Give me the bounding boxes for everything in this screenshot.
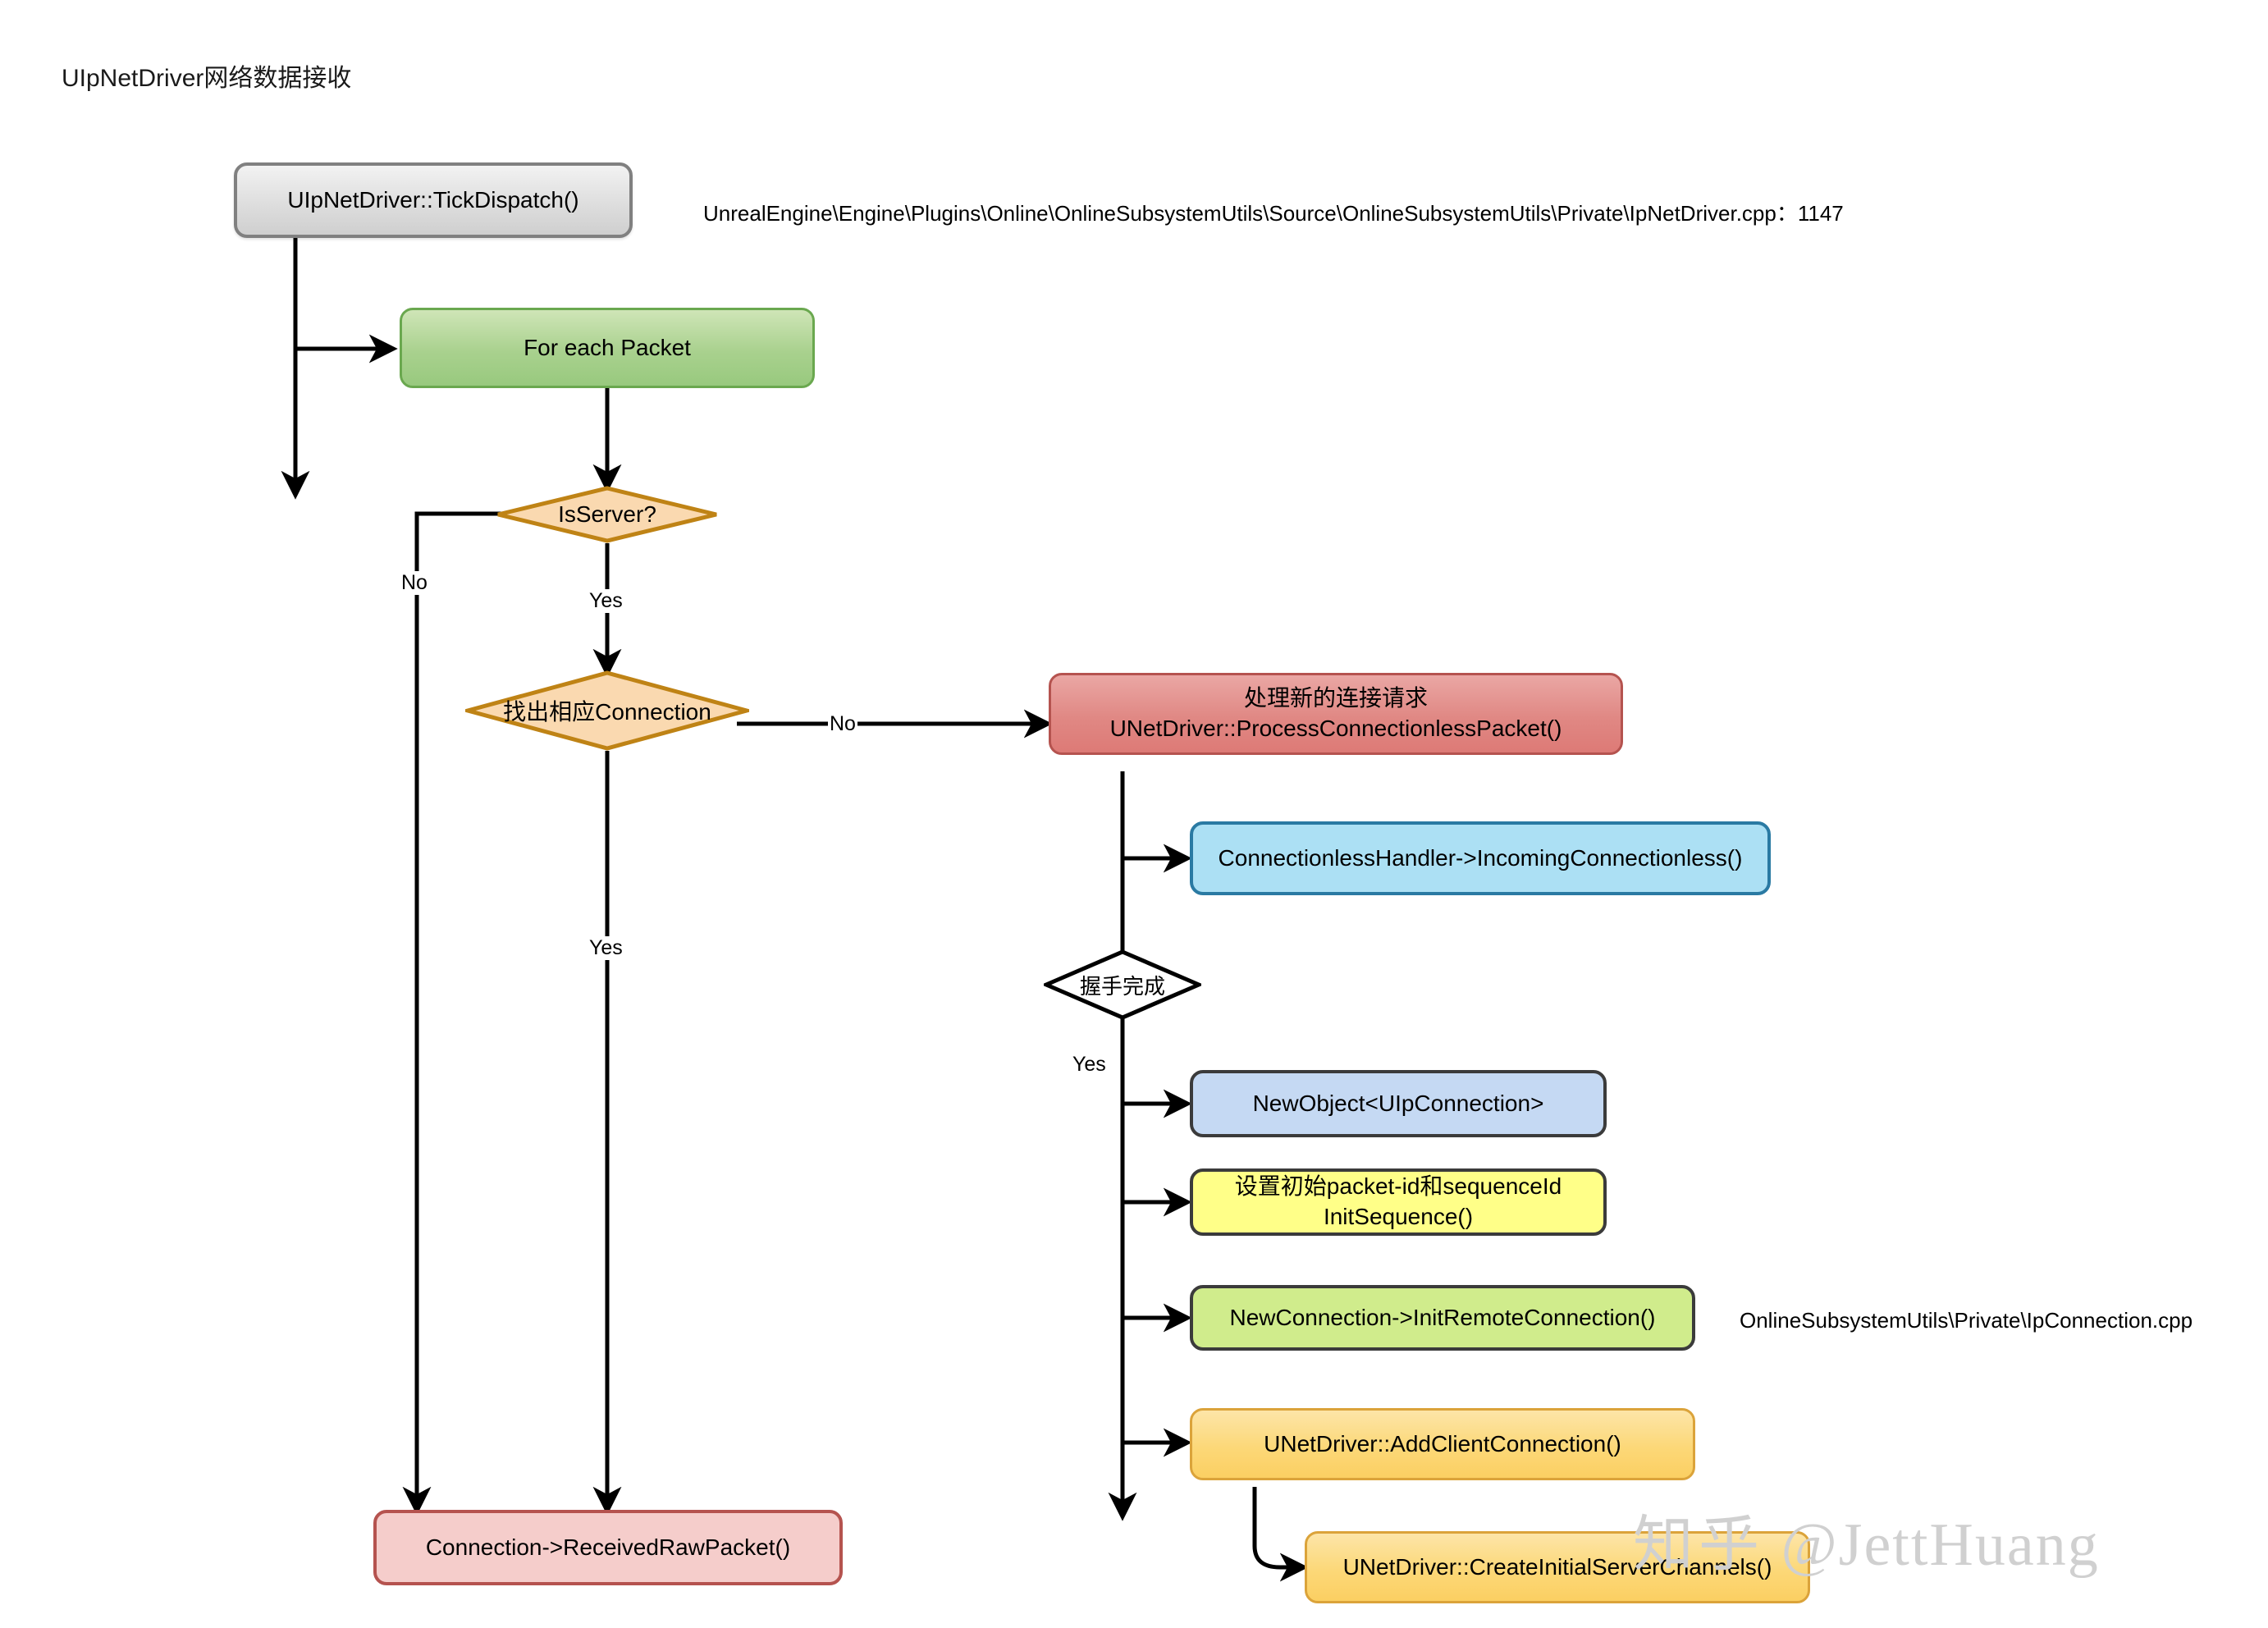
watermark-logo: 知乎 xyxy=(1633,1511,1764,1579)
edge-layer xyxy=(281,238,1309,1582)
node-received-raw-packet[interactable]: Connection->ReceivedRawPacket() xyxy=(373,1510,843,1585)
node-find-connection-label: 找出相应Connection xyxy=(503,699,711,725)
node-add-client-connection[interactable]: UNetDriver::AddClientConnection() xyxy=(1190,1408,1695,1480)
node-handshake-done-label: 握手完成 xyxy=(1079,973,1165,999)
node-process-connectionless-packet[interactable]: 处理新的连接请求 UNetDriver::ProcessConnectionle… xyxy=(1049,673,1623,755)
node-is-server-label: IsServer? xyxy=(558,501,656,527)
annotation-ipnetdriver-path: UnrealEngine\Engine\Plugins\Online\Onlin… xyxy=(703,201,1844,226)
edge-label-find-connection-yes: Yes xyxy=(588,936,624,960)
watermark-handle: @JettHuang xyxy=(1781,1511,2100,1579)
edge-label-handshake-yes: Yes xyxy=(1071,1053,1108,1077)
node-for-each-packet[interactable]: For each Packet xyxy=(400,308,815,388)
node-find-connection[interactable]: 找出相应Connection xyxy=(465,670,749,751)
edge-add-to-create-channels xyxy=(1252,1487,1309,1582)
watermark: 知乎 @JettHuang xyxy=(1633,1495,2100,1583)
node-new-object-ipconnection[interactable]: NewObject<UIpConnection> xyxy=(1190,1070,1607,1137)
edge-label-is-server-yes: Yes xyxy=(588,589,624,613)
annotation-ipconnection-path: OnlineSubsystemUtils\Private\IpConnectio… xyxy=(1740,1308,2193,1333)
edge-isserver-no xyxy=(402,511,528,1516)
node-tick-dispatch[interactable]: UIpNetDriver::TickDispatch() xyxy=(234,162,633,238)
node-init-remote-connection[interactable]: NewConnection->InitRemoteConnection() xyxy=(1190,1285,1695,1351)
flowchart-canvas: UIpNetDriver网络数据接收 UIpNetDriver::TickDis… xyxy=(0,0,2268,1628)
edge-label-find-connection-no: No xyxy=(828,712,857,736)
node-incoming-connectionless[interactable]: ConnectionlessHandler->IncomingConnectio… xyxy=(1190,821,1771,895)
node-handshake-done[interactable]: 握手完成 xyxy=(1044,949,1201,1020)
node-is-server[interactable]: IsServer? xyxy=(496,486,719,543)
page-title: UIpNetDriver网络数据接收 xyxy=(62,65,352,92)
edge-label-is-server-no: No xyxy=(400,571,429,595)
node-init-sequence[interactable]: 设置初始packet-id和sequenceId InitSequence() xyxy=(1190,1168,1607,1236)
